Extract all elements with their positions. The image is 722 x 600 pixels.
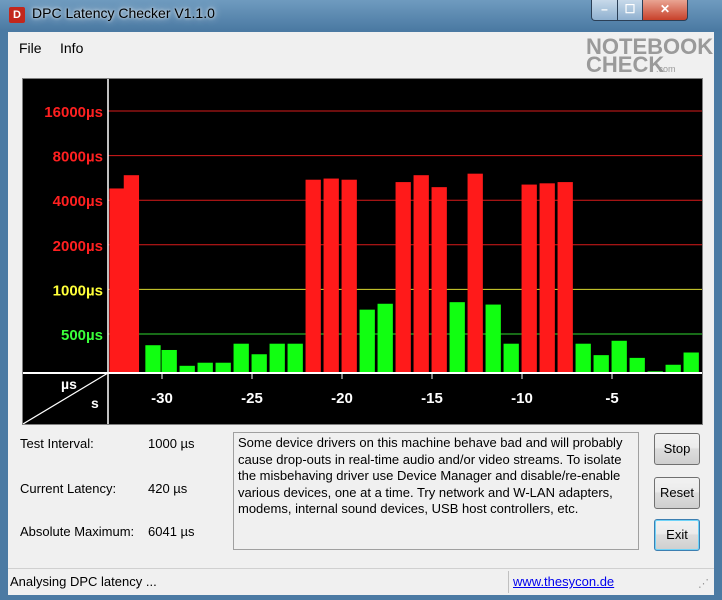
status-text: Analysing DPC latency ... xyxy=(10,574,157,589)
y-tick-label: 1000µs xyxy=(53,282,103,299)
x-tick-label: -25 xyxy=(241,390,263,407)
y-tick-label: 16000µs xyxy=(44,104,103,121)
chart-bar xyxy=(665,364,681,373)
maximize-button[interactable]: ☐ xyxy=(617,0,643,21)
chart-bar xyxy=(431,187,447,373)
chart-bar xyxy=(377,303,393,373)
status-bar: Analysing DPC latency ... www.thesycon.d… xyxy=(8,568,714,595)
chart-bar xyxy=(467,173,483,373)
chart-bar xyxy=(395,182,411,373)
notebookcheck-watermark: NOTEBOOK CHECK .com xyxy=(586,34,716,77)
y-unit-label: µs xyxy=(61,376,77,392)
chart-bar xyxy=(123,175,140,373)
chart-bar xyxy=(251,354,267,373)
website-link[interactable]: www.thesycon.de xyxy=(513,574,614,589)
chart-bar xyxy=(145,345,161,373)
chart-bar xyxy=(287,343,303,373)
chart-bar xyxy=(305,179,321,373)
x-tick-label: -20 xyxy=(331,390,353,407)
chart-bar xyxy=(449,302,465,373)
chart-bar xyxy=(575,343,591,373)
minimize-button[interactable]: – xyxy=(591,0,618,21)
chart-bar xyxy=(179,365,195,373)
watermark-suffix: .com xyxy=(656,64,676,74)
chart-bar xyxy=(593,355,609,373)
chart-bars xyxy=(109,173,699,373)
chart-bar xyxy=(215,362,231,373)
app-icon: D xyxy=(9,7,25,23)
watermark-line2: CHECK xyxy=(586,52,665,77)
window-title: DPC Latency Checker V1.1.0 xyxy=(32,5,215,21)
message-box: Some device drivers on this machine beha… xyxy=(233,432,639,550)
close-button[interactable]: ✕ xyxy=(642,0,688,21)
chart-bar xyxy=(629,357,645,373)
y-tick-label: 8000µs xyxy=(53,149,103,166)
chart-bar xyxy=(269,343,285,373)
message-text: Some device drivers on this machine beha… xyxy=(238,435,623,516)
chart-bar xyxy=(233,343,249,373)
resize-grip-icon[interactable]: ⋰ xyxy=(698,577,712,591)
chart-bar xyxy=(109,188,125,373)
latency-chart: 16000µs 8000µs 4000µs 2000µs 1000µs 500µs µs … xyxy=(22,78,703,425)
current-latency-label: Current Latency: xyxy=(20,481,117,496)
x-tick-label: -30 xyxy=(151,390,173,407)
menu-file[interactable]: File xyxy=(19,40,42,56)
chart-bar xyxy=(341,179,357,373)
absolute-max-label: Absolute Maximum: xyxy=(20,524,135,539)
chart-bar xyxy=(683,352,699,373)
test-interval-value: 1000 µs xyxy=(148,436,195,451)
chart-bar xyxy=(611,340,627,373)
x-tick-label: -15 xyxy=(421,390,443,407)
stop-button[interactable]: Stop xyxy=(654,433,700,465)
chart-bar xyxy=(485,304,501,373)
exit-button[interactable]: Exit xyxy=(654,519,700,551)
y-tick-label: 4000µs xyxy=(53,193,103,210)
x-tick-label: -5 xyxy=(605,390,618,407)
chart-bar xyxy=(359,309,375,373)
test-interval-label: Test Interval: xyxy=(20,436,94,451)
chart-bar xyxy=(557,182,573,373)
menu-info[interactable]: Info xyxy=(60,40,83,56)
chart-bar xyxy=(413,175,429,373)
x-tick-label: -10 xyxy=(511,390,533,407)
latency-chart-svg: 16000µs8000µs4000µs2000µs1000µs500µs µs … xyxy=(22,79,702,425)
chart-bar xyxy=(539,183,555,373)
x-unit-label: s xyxy=(91,395,99,411)
y-tick-label: 500µs xyxy=(61,327,103,344)
absolute-max-value: 6041 µs xyxy=(148,524,195,539)
chart-y-ticks: 16000µs 8000µs 4000µs 2000µs 1000µs 500µs xyxy=(44,104,103,344)
y-tick-label: 2000µs xyxy=(53,238,103,255)
chart-bar xyxy=(197,362,213,373)
status-divider xyxy=(508,571,509,593)
reset-button[interactable]: Reset xyxy=(654,477,700,509)
title-bar[interactable]: D DPC Latency Checker V1.1.0 – ☐ ✕ xyxy=(0,0,722,30)
chart-bar xyxy=(503,343,519,373)
current-latency-value: 420 µs xyxy=(148,481,188,496)
chart-bar xyxy=(323,178,339,373)
chart-bar xyxy=(521,184,537,373)
chart-bar xyxy=(161,349,177,373)
